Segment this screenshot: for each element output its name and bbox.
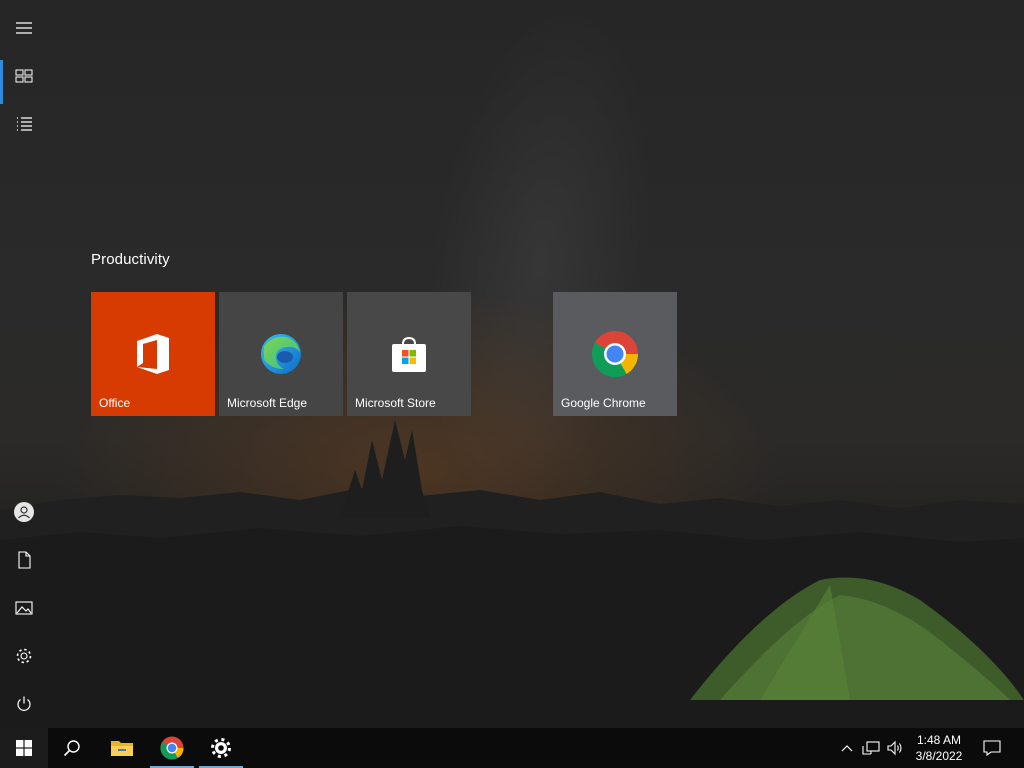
folder-icon [111, 741, 133, 756]
chevron-up-icon[interactable] [838, 728, 856, 768]
pictures-icon[interactable] [0, 584, 48, 632]
system-clock[interactable]: 1:48 AM 3/8/2022 [904, 732, 974, 764]
tile-label: Microsoft Edge [227, 396, 308, 410]
hamburger-menu-icon[interactable] [0, 4, 48, 52]
edge-icon [257, 330, 305, 378]
documents-icon[interactable] [0, 536, 48, 584]
google-chrome-tile[interactable]: Google Chrome [553, 292, 677, 416]
start-menu-rail [0, 0, 48, 728]
all-apps-list-icon[interactable] [0, 100, 48, 148]
action-center-icon[interactable] [980, 728, 1004, 768]
microsoft-edge-tile[interactable]: Microsoft Edge [219, 292, 343, 416]
network-icon[interactable] [860, 728, 882, 768]
chrome-icon [160, 736, 184, 760]
search-button[interactable] [48, 728, 96, 768]
tile-label: Office [99, 396, 131, 410]
search-icon [63, 740, 80, 757]
tile-label: Google Chrome [561, 396, 646, 410]
office-tile[interactable]: Office [91, 292, 215, 416]
file-explorer-button[interactable] [98, 728, 146, 768]
microsoft-store-tile[interactable]: Microsoft Store [347, 292, 471, 416]
user-account-icon[interactable] [0, 488, 48, 536]
settings-gear-icon[interactable] [0, 632, 48, 680]
tile-group-title[interactable]: Productivity [91, 251, 170, 268]
settings-taskbar-button[interactable] [197, 728, 245, 768]
power-icon[interactable] [0, 680, 48, 728]
volume-icon[interactable] [884, 728, 906, 768]
mountain-landscape [0, 420, 1024, 728]
gear-icon [211, 738, 231, 758]
chrome-taskbar-button[interactable] [148, 728, 196, 768]
start-button[interactable] [0, 728, 48, 768]
tile-label: Microsoft Store [355, 396, 436, 410]
taskbar: 1:48 AM 3/8/2022 [0, 728, 1024, 768]
office-icon [129, 330, 177, 378]
all-tiles-icon[interactable] [0, 52, 48, 104]
store-bag-icon [385, 330, 433, 378]
clock-time: 1:48 AM [916, 733, 962, 747]
clock-date: 3/8/2022 [915, 749, 963, 763]
windows-logo-icon [16, 740, 32, 756]
chrome-icon [591, 330, 639, 378]
